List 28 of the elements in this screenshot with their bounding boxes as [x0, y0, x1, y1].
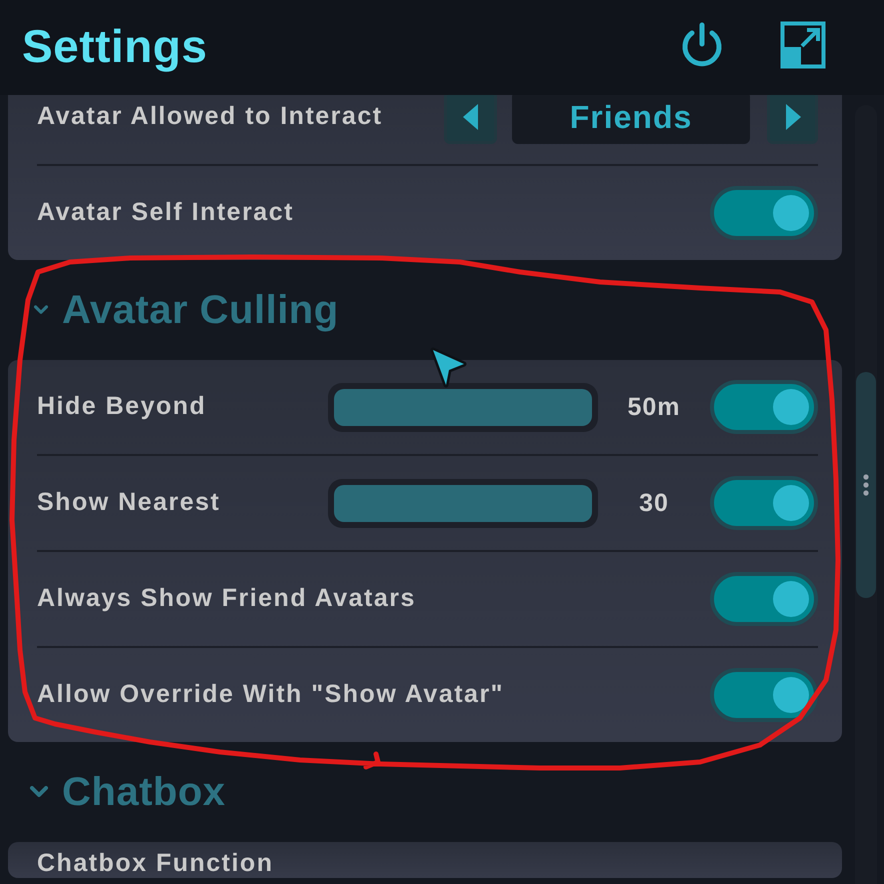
section-heading: Avatar Culling [62, 288, 339, 332]
setting-label: Show Nearest [37, 489, 222, 517]
scrollbar-thumb[interactable] [856, 372, 876, 598]
setting-label: Allow Override With "Show Avatar" [37, 681, 506, 709]
expand-icon[interactable] [780, 20, 826, 68]
setting-label: Avatar Self Interact [37, 199, 295, 227]
setting-label: Hide Beyond [37, 393, 208, 421]
setting-label: Avatar Allowed to Interact [37, 103, 384, 131]
caret-right-icon [784, 104, 800, 130]
setting-label: Chatbox Function [37, 850, 274, 878]
previous-button[interactable] [444, 95, 497, 144]
slider-track[interactable] [328, 478, 598, 528]
section-heading: Chatbox [62, 770, 226, 814]
scrollbar-track[interactable] [855, 105, 877, 884]
chevron-icon[interactable] [34, 305, 48, 315]
window-title: Settings [22, 18, 208, 72]
slider-track[interactable] [328, 382, 598, 432]
setting-label: Always Show Friend Avatars [37, 585, 417, 613]
selected-value: Friends [512, 95, 750, 144]
chevron-icon[interactable] [30, 786, 48, 798]
toggle-switch[interactable] [710, 668, 818, 722]
power-icon[interactable] [680, 22, 724, 68]
slider-reading: 30 [638, 488, 670, 518]
grip-icon [863, 474, 869, 496]
caret-left-icon [462, 104, 478, 130]
slider-reading: 50m [626, 392, 682, 422]
cursor-icon [430, 348, 466, 388]
next-button[interactable] [767, 95, 818, 144]
